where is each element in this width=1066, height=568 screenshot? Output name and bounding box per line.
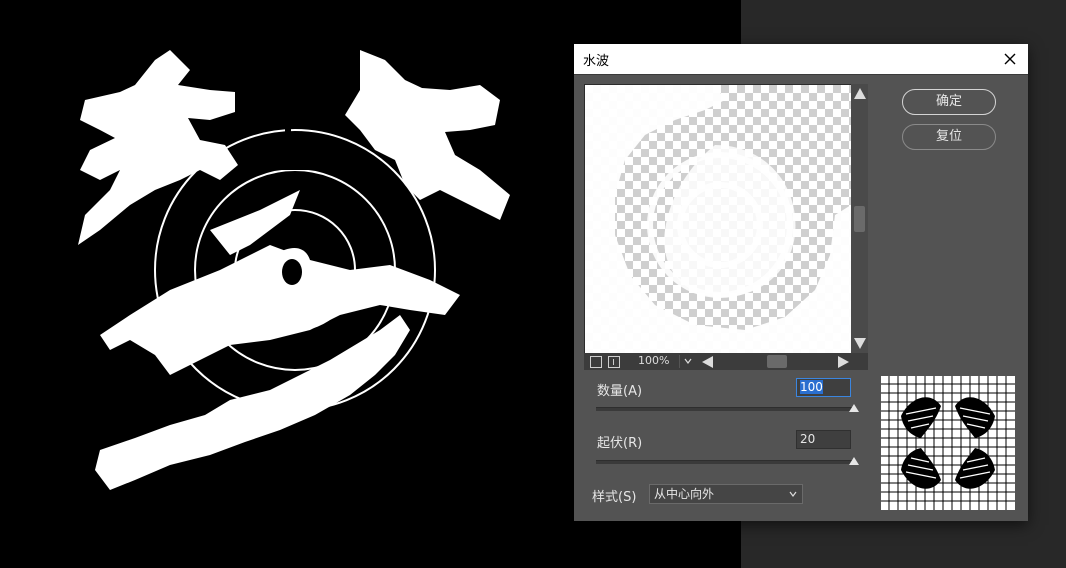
dialog-title: 水波 — [583, 54, 610, 69]
dialog-titlebar[interactable]: 水波 — [574, 44, 1028, 75]
filter-preview[interactable] — [584, 84, 852, 354]
amount-label: 数量(A) — [597, 384, 643, 399]
vertical-scroll-thumb[interactable] — [854, 206, 865, 232]
ripple-label: 起伏(R) — [597, 436, 643, 451]
horizontal-scroll-thumb[interactable] — [767, 355, 787, 368]
scroll-down-arrow-icon[interactable] — [854, 338, 866, 349]
amount-input[interactable]: 100 — [796, 378, 851, 397]
ok-button[interactable]: 确定 — [902, 89, 996, 115]
amount-slider-track[interactable] — [596, 407, 854, 411]
amount-slider-thumb[interactable] — [849, 404, 859, 412]
scroll-left-arrow-icon[interactable] — [702, 356, 713, 368]
scroll-right-arrow-icon[interactable] — [838, 356, 849, 368]
style-label: 样式(S) — [592, 490, 637, 505]
zoom-level: 100% — [638, 354, 670, 367]
ripple-slider-track[interactable] — [596, 460, 854, 464]
ripple-slider-thumb[interactable] — [849, 457, 859, 465]
preview-vertical-scrollbar[interactable] — [851, 84, 868, 353]
preview-zoom-bar: 100% — [584, 353, 868, 370]
close-icon[interactable] — [1000, 49, 1020, 69]
zoom-in-button[interactable] — [608, 356, 620, 368]
reset-button[interactable]: 复位 — [902, 124, 996, 150]
zoom-out-button[interactable] — [590, 356, 602, 368]
distorted-artwork — [78, 50, 510, 490]
amount-value: 100 — [800, 380, 823, 394]
chevron-down-icon — [789, 491, 797, 497]
preview-image — [585, 85, 851, 353]
style-selected-value: 从中心向外 — [654, 487, 715, 501]
ripple-input[interactable]: 20 — [796, 430, 851, 449]
style-preview-grid — [881, 376, 1015, 510]
style-preview-thumbnail — [881, 376, 1015, 510]
chevron-down-icon[interactable] — [679, 355, 696, 368]
style-select[interactable]: 从中心向外 — [649, 484, 803, 504]
scroll-up-arrow-icon[interactable] — [854, 88, 866, 99]
ripple-filter-dialog: 水波 100% 确定 复位 数量(A) 100 起伏(R) 20 样式(S) 从… — [574, 44, 1028, 521]
